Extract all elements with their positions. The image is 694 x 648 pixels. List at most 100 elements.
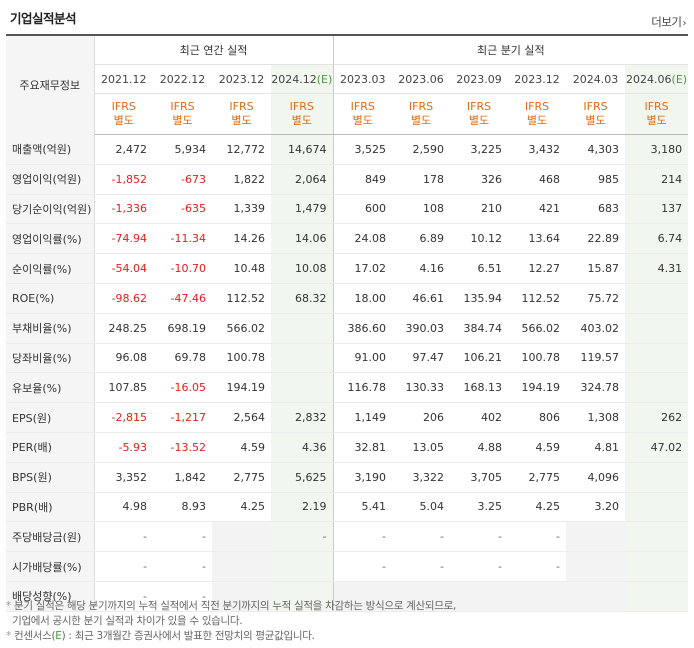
table-cell: 849 (333, 164, 393, 195)
table-cell (625, 521, 689, 553)
footnotes: * 분기 실적은 해당 분기까지의 누적 실적에서 직전 분기까지의 누적 실적… (6, 599, 688, 644)
table-cell: -673 (153, 164, 212, 195)
table-cell: -98.62 (94, 283, 153, 314)
table-cell: -11.34 (153, 223, 212, 255)
period-header: 2022.12 (153, 64, 212, 94)
header-corner: 주요재무정보 (6, 34, 95, 135)
table-cell: 119.57 (566, 343, 626, 374)
table-cell (212, 551, 271, 582)
table-cell: - (271, 521, 334, 553)
row-label: 매출액(억원) (6, 134, 95, 165)
period-label: 2023.09 (456, 72, 502, 86)
table-cell: 91.00 (333, 343, 393, 374)
table-cell: 14.26 (212, 223, 271, 255)
table-cell: 100.78 (212, 343, 271, 374)
table-cell: -1,217 (153, 402, 212, 433)
table-row: 유보율(%) 107.85 -16.05 194.19 116.78 130.33 168.… (6, 372, 689, 404)
table-cell: 13.64 (508, 223, 567, 255)
period-label: 2022.12 (159, 72, 206, 86)
table-cell: - (392, 551, 451, 582)
period-label: 2023.12 (514, 72, 560, 86)
table-cell: 96.08 (94, 343, 153, 374)
table-cell: 100.78 (508, 343, 567, 374)
table-cell: 1,149 (333, 402, 393, 433)
table-cell: - (450, 521, 509, 553)
table-row: PER(배) -5.93 -13.52 4.59 4.36 32.81 13.05 4.88 4… (6, 432, 689, 463)
ifrs-label: IFRS 별도 (508, 93, 567, 135)
table-cell: 4.25 (508, 492, 567, 523)
table-cell: 262 (625, 402, 689, 433)
table-cell: 3.25 (450, 492, 509, 523)
table-cell: -5.93 (94, 432, 153, 463)
row-label: 순이익률(%) (6, 253, 95, 284)
table-cell (625, 462, 689, 493)
table-cell: - (94, 521, 153, 553)
table-cell: 4.36 (271, 432, 334, 463)
table-cell: 3,190 (333, 462, 393, 493)
table-cell: 566.02 (508, 313, 567, 344)
table-cell: - (94, 551, 153, 582)
table-cell: 12.27 (508, 253, 567, 284)
table-cell: 324.78 (566, 372, 626, 404)
table-cell: 3,225 (450, 134, 509, 165)
table-cell: 390.03 (392, 313, 451, 344)
table-cell: - (392, 521, 451, 553)
table-cell: 2.19 (271, 492, 334, 523)
period-header: 2023.06 (392, 64, 451, 94)
estimate-mark: (E) (671, 72, 688, 86)
table-cell: 384.74 (450, 313, 509, 344)
table-cell: -13.52 (153, 432, 212, 463)
table-cell: 168.13 (450, 372, 509, 404)
table-cell: 4.98 (94, 492, 153, 523)
table-cell: 15.87 (566, 253, 626, 284)
row-label: 영업이익(억원) (6, 164, 95, 195)
table-row: 주당배당금(원) - - - - - - - (6, 521, 689, 553)
period-label: 2023.12 (218, 72, 265, 86)
table-cell (271, 372, 334, 404)
table-cell: -2,815 (94, 402, 153, 433)
table-cell: -47.46 (153, 283, 212, 314)
table-cell: 4.81 (566, 432, 626, 463)
period-header: 2024.12(E) (271, 64, 334, 94)
ifrs-label: IFRS 별도 (212, 93, 271, 135)
period-header: 2024.03 (566, 64, 626, 94)
chevron-right-icon: › (682, 18, 687, 29)
table-cell: -16.05 (153, 372, 212, 404)
row-label: 영업이익률(%) (6, 223, 95, 255)
table-cell (212, 521, 271, 553)
table-cell: 46.61 (392, 283, 451, 314)
table-cell: 112.52 (212, 283, 271, 314)
table-cell: - (153, 521, 212, 553)
table-cell: 12,772 (212, 134, 271, 165)
period-label: 2021.12 (101, 72, 147, 86)
table-row: 매출액(억원) 2,472 5,934 12,772 14,674 3,525 2,590 3… (6, 134, 689, 165)
more-label: 더보기 (651, 15, 682, 29)
table-cell: 402 (450, 402, 509, 433)
table-cell: 1,339 (212, 194, 271, 225)
table-row: 영업이익(억원) -1,852 -673 1,822 2,064 849 178 326 468… (6, 164, 689, 195)
table-cell: 108 (392, 194, 451, 225)
row-label: 유보율(%) (6, 372, 95, 404)
table-cell: 698.19 (153, 313, 212, 344)
period-label: 2024.12 (271, 72, 317, 86)
table-cell: 403.02 (566, 313, 626, 344)
ifrs-label: IFRS 별도 (566, 93, 626, 135)
table-cell: 4.16 (392, 253, 451, 284)
table-row: 당기순이익(억원) -1,336 -635 1,339 1,479 600 108 210 42… (6, 194, 689, 225)
ifrs-label: IFRS 별도 (333, 93, 393, 135)
ifrs-label: IFRS 별도 (94, 93, 153, 135)
more-link[interactable]: 더보기› (651, 14, 686, 30)
table-cell: 107.85 (94, 372, 153, 404)
table-cell: 2,832 (271, 402, 334, 433)
table-cell: 10.08 (271, 253, 334, 284)
table-cell (625, 492, 689, 523)
table-cell: 1,822 (212, 164, 271, 195)
table-row: 부채비율(%) 248.25 698.19 566.02 386.60 390.03 384… (6, 313, 689, 344)
row-label: 시가배당률(%) (6, 551, 95, 582)
estimate-mark: (E) (316, 72, 333, 86)
table-cell: 326 (450, 164, 509, 195)
table-cell: 1,479 (271, 194, 334, 225)
table-cell: - (333, 521, 393, 553)
table-cell (625, 313, 689, 344)
table-cell: 3,525 (333, 134, 393, 165)
